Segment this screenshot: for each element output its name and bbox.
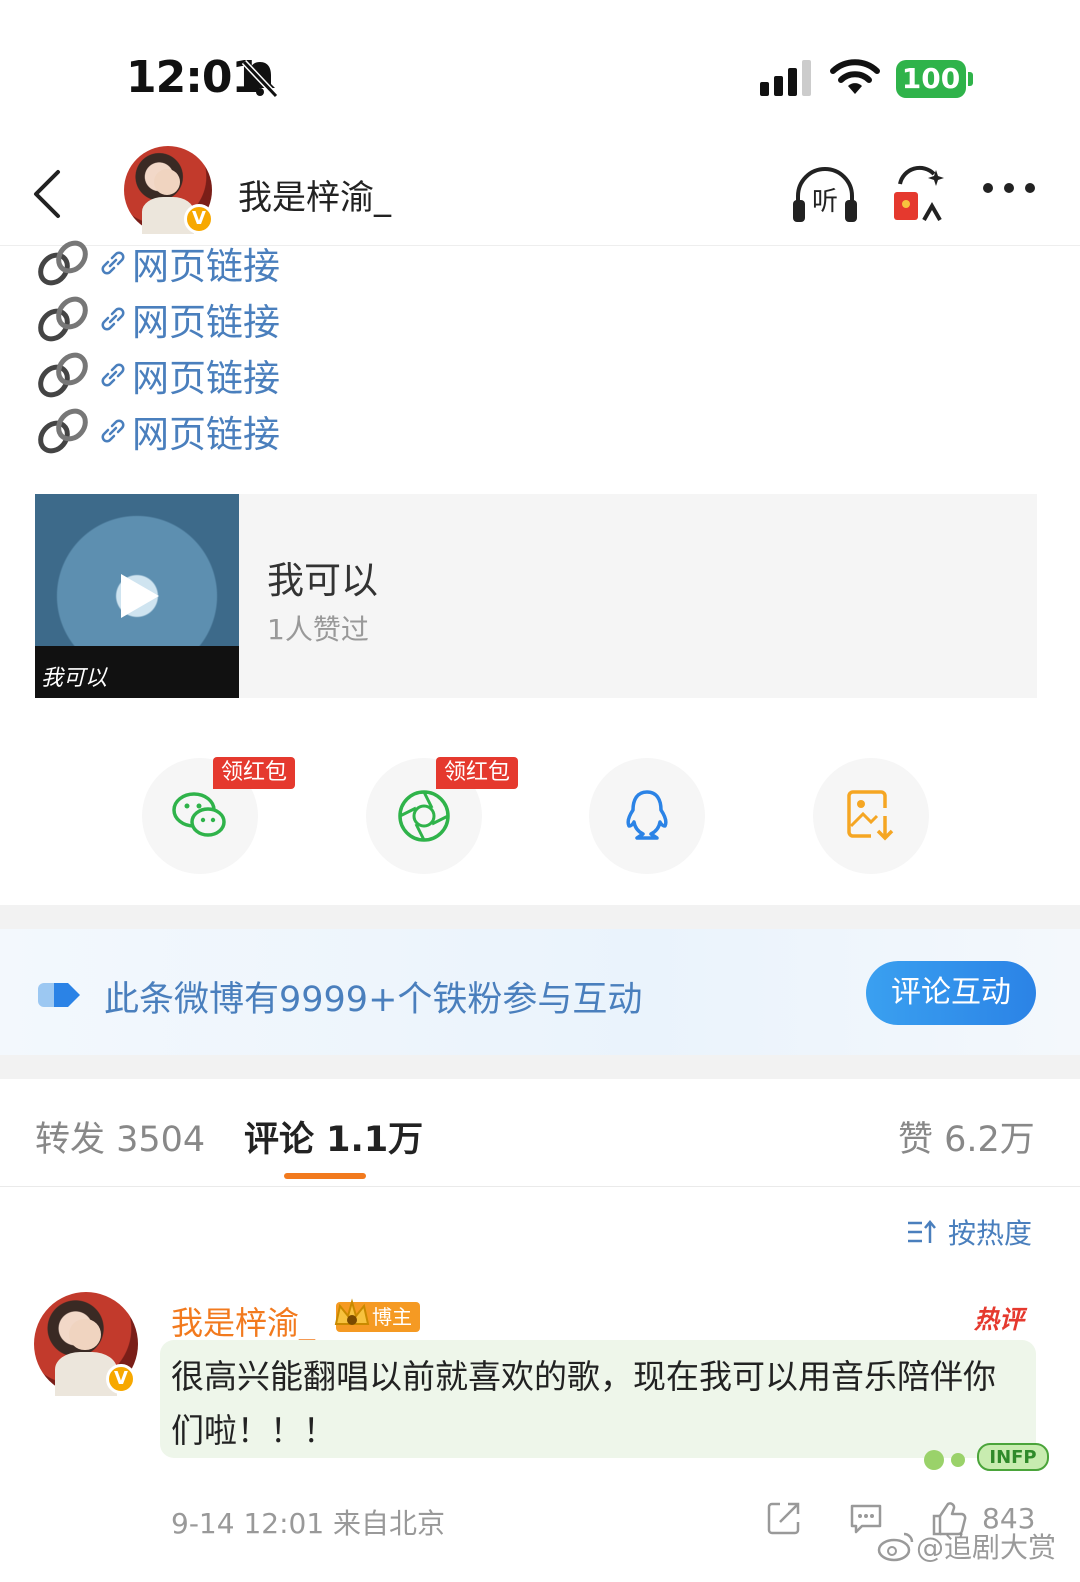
web-link-row[interactable]: 网页链接 — [36, 238, 280, 288]
listen-label: 听 — [812, 187, 838, 217]
link-icon — [101, 363, 125, 387]
music-cover-text: 我可以 — [41, 666, 108, 691]
signal-icon — [760, 60, 811, 96]
watermark-text: @追剧大赏 — [916, 1531, 1057, 1564]
music-cover-image[interactable]: 我可以 — [35, 494, 239, 698]
chain-emoji-icon — [38, 352, 88, 398]
tab-repost[interactable]: 转发 3504 — [35, 1111, 205, 1162]
section-divider — [0, 1055, 1080, 1079]
qq-penguin-icon — [626, 790, 668, 840]
comment-author-avatar[interactable]: V — [34, 1292, 138, 1396]
web-link-row[interactable]: 网页链接 — [36, 406, 280, 456]
nav-username[interactable]: 我是梓渝_ — [238, 170, 391, 219]
chain-emoji-icon — [38, 240, 88, 286]
fan-badge-icon — [38, 983, 80, 1007]
comment-meta: 9-14 12:01 来自北京 — [171, 1507, 446, 1540]
comment-author-name[interactable]: 我是梓渝_ — [171, 1298, 315, 1344]
redpack-tag[interactable]: 领红包 — [436, 757, 519, 789]
chain-emoji-icon — [38, 296, 88, 342]
share-out-icon[interactable] — [766, 1500, 802, 1536]
engagement-tabs: 转发 3504 评论 1.1万 赞 6.2万 — [0, 1079, 1080, 1187]
web-link-row[interactable]: 网页链接 — [36, 350, 280, 400]
top-nav: V 我是梓渝_ 听 — [0, 140, 1080, 246]
weibo-logo-icon — [877, 1532, 914, 1562]
fan-interaction-bar: 此条微博有9999+个铁粉参与互动 评论互动 — [0, 929, 1080, 1055]
web-link-text[interactable]: 网页链接 — [132, 404, 280, 458]
web-link-text[interactable]: 网页链接 — [132, 236, 280, 290]
section-divider — [0, 905, 1080, 929]
more-options-icon[interactable] — [982, 180, 1038, 196]
tab-comment[interactable]: 评论 1.1万 — [244, 1111, 423, 1162]
comment-text: 很高兴能翻唱以前就喜欢的歌，现在我可以用音乐陪伴你们啦！！！ — [171, 1357, 996, 1450]
crown-icon — [334, 1298, 370, 1325]
web-link-text[interactable]: 网页链接 — [132, 348, 280, 402]
link-icon — [101, 251, 125, 275]
status-bar: 12:01 100 — [0, 0, 1080, 140]
link-icon — [101, 307, 125, 331]
verified-badge-icon: V — [106, 1364, 136, 1394]
sort-by-hot-button[interactable]: 按热度 — [908, 1212, 1032, 1252]
back-arrow-icon[interactable] — [28, 166, 68, 222]
moments-aperture-icon — [398, 790, 450, 842]
wifi-icon — [830, 59, 880, 94]
battery-tip — [968, 72, 973, 86]
sort-icon — [908, 1220, 936, 1243]
web-link-row[interactable]: 网页链接 — [36, 294, 280, 344]
infp-sticker-icon: INFP — [924, 1443, 1049, 1471]
save-image-button[interactable] — [813, 758, 929, 874]
music-card[interactable]: 我可以 我可以 1人赞过 — [35, 494, 1037, 698]
bell-muted-icon — [241, 59, 279, 98]
music-title: 我可以 — [267, 559, 378, 602]
author-avatar[interactable]: V — [124, 146, 214, 234]
verified-badge-icon: V — [184, 204, 214, 234]
comment-interact-button[interactable]: 评论互动 — [866, 961, 1036, 1025]
fan-interaction-text: 此条微博有9999+个铁粉参与互动 — [104, 980, 643, 1020]
hot-comment-tag: 热评 — [974, 1305, 1025, 1334]
save-image-icon — [847, 790, 894, 841]
wechat-icon — [172, 792, 226, 837]
tab-like[interactable]: 赞 6.2万 — [898, 1111, 1035, 1162]
headphones-listen-icon[interactable]: 听 — [790, 162, 860, 226]
music-likes: 1人赞过 — [267, 613, 369, 646]
sort-label: 按热度 — [948, 1217, 1033, 1250]
red-packet-gift-icon[interactable] — [890, 162, 950, 226]
weibo-watermark: @追剧大赏 — [876, 1526, 1056, 1566]
web-link-text[interactable]: 网页链接 — [132, 292, 280, 346]
infp-label: INFP — [989, 1447, 1036, 1468]
battery-level: 100 — [896, 60, 966, 98]
share-qq-button[interactable] — [589, 758, 705, 874]
play-icon[interactable] — [121, 574, 159, 618]
active-tab-indicator — [284, 1173, 366, 1179]
redpack-tag[interactable]: 领红包 — [213, 757, 296, 789]
chain-emoji-icon — [38, 408, 88, 454]
link-icon — [101, 419, 125, 443]
